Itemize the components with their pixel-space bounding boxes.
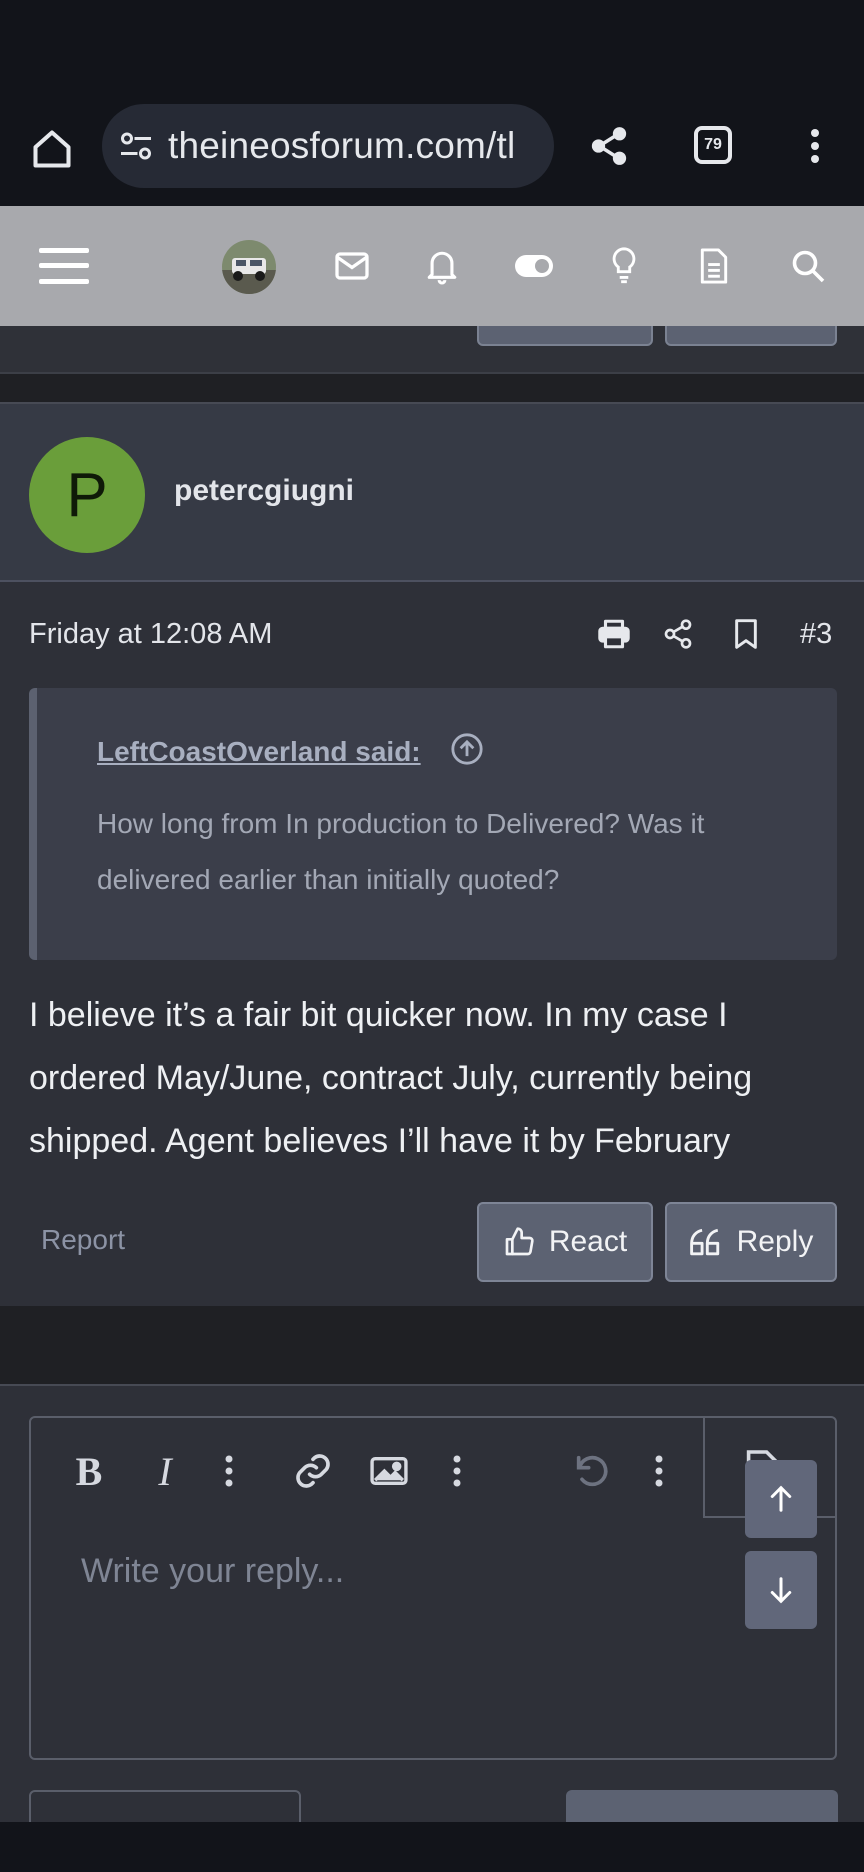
post-meta: Friday at 12:08 AM #3 [0, 582, 864, 682]
reply-button[interactable]: Reply [665, 1202, 837, 1282]
arrow-up-circle-icon[interactable] [450, 732, 484, 766]
url-text[interactable]: theineosforum.com/tl [168, 125, 515, 167]
username[interactable]: petercgiugni [174, 474, 354, 508]
scroll-to-top-button[interactable] [745, 1460, 817, 1538]
post: P petercgiugni Friday at 12:08 AM #3 Lef… [0, 402, 864, 1306]
quote-icon [689, 1228, 719, 1256]
quote-block: LeftCoastOverland said: How long from In… [29, 688, 837, 960]
print-icon[interactable] [594, 614, 634, 654]
overflow-menu-icon[interactable] [800, 120, 830, 172]
italic-button[interactable]: I [145, 1444, 185, 1498]
quote-author[interactable]: LeftCoastOverland said: [97, 736, 421, 768]
scroll-to-bottom-button[interactable] [745, 1551, 817, 1629]
reply-input-placeholder[interactable]: Write your reply... [81, 1552, 344, 1591]
bell-icon[interactable] [418, 242, 466, 290]
more-options-icon[interactable] [449, 1444, 465, 1498]
forum-header [0, 206, 864, 326]
reply-label: Reply [736, 1225, 814, 1258]
toggle-icon[interactable] [508, 242, 560, 290]
home-icon[interactable] [26, 123, 78, 175]
tab-switcher-button[interactable]: 79 [694, 126, 732, 164]
react-label: React [548, 1225, 628, 1258]
post-date[interactable]: Friday at 12:08 AM [29, 618, 272, 651]
reply-editor[interactable]: B I Write your reply... [29, 1416, 837, 1760]
post-number[interactable]: #3 [800, 618, 832, 651]
post-actions: Report React Reply [0, 1198, 864, 1288]
post-body: I believe it’s a fair bit quicker now. I… [29, 996, 753, 1160]
address-bar[interactable]: theineosforum.com/tl [102, 104, 554, 188]
system-navigation-bar [0, 1822, 864, 1872]
more-options-icon[interactable] [221, 1444, 237, 1498]
mail-icon[interactable] [328, 242, 376, 290]
previous-post-footer [0, 306, 864, 374]
bold-button[interactable]: B [69, 1444, 109, 1498]
avatar[interactable] [222, 240, 276, 294]
undo-icon[interactable] [569, 1444, 615, 1498]
site-settings-icon[interactable] [118, 128, 154, 164]
arrow-up-icon [770, 1485, 792, 1512]
share-icon[interactable] [658, 614, 698, 654]
react-button[interactable]: React [477, 1202, 653, 1282]
lightbulb-icon[interactable] [600, 242, 648, 290]
share-icon[interactable] [585, 120, 633, 172]
link-icon[interactable] [289, 1444, 337, 1498]
quick-reply: B I Write your reply... [0, 1384, 864, 1824]
status-bar [0, 0, 864, 100]
quote-text: How long from In production to Delivered… [97, 808, 705, 895]
menu-icon[interactable] [34, 241, 94, 291]
avatar[interactable]: P [29, 437, 145, 553]
post-user-header: P petercgiugni [0, 404, 864, 582]
search-icon[interactable] [784, 242, 832, 290]
report-link[interactable]: Report [41, 1224, 125, 1256]
image-icon[interactable] [365, 1444, 413, 1498]
browser-toolbar: theineosforum.com/tl 79 [0, 100, 864, 206]
more-options-icon[interactable] [651, 1444, 667, 1498]
thumbs-up-icon [505, 1227, 534, 1256]
bookmark-icon[interactable] [726, 614, 766, 654]
arrow-down-icon [770, 1577, 792, 1604]
document-icon[interactable] [690, 242, 738, 290]
